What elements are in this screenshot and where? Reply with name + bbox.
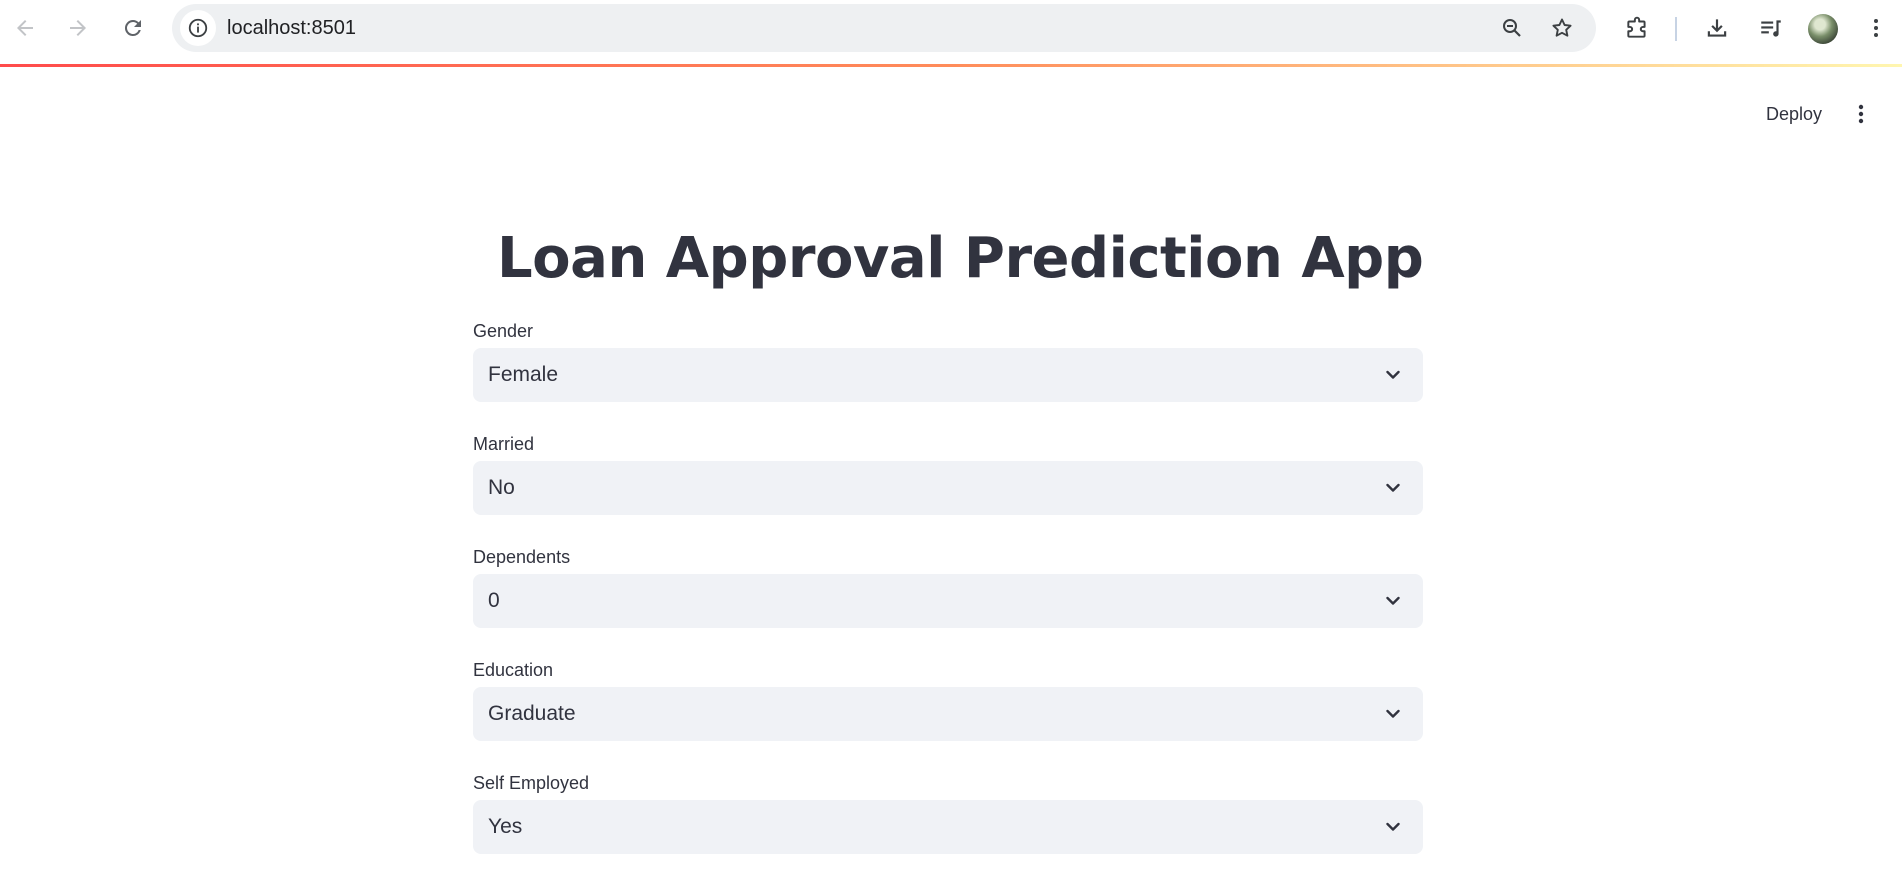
zoom-out-icon <box>1503 19 1521 37</box>
married-field: Married No <box>473 433 1423 546</box>
education-label: Education <box>473 660 554 680</box>
address-bar[interactable]: localhost:8501 <box>172 4 1596 52</box>
dependents-label: Dependents <box>473 547 571 567</box>
back-button[interactable] <box>7 10 43 46</box>
chevron-down-icon <box>1386 483 1400 492</box>
gender-label: Gender <box>473 321 534 341</box>
chevron-down-icon <box>1386 370 1400 379</box>
education-value: Graduate <box>488 702 576 725</box>
gender-field: Gender Female <box>473 320 1423 433</box>
married-value: No <box>488 476 515 499</box>
education-field: Education Graduate <box>473 659 1423 772</box>
toolbar-divider <box>1675 17 1677 41</box>
star-icon <box>1552 18 1572 37</box>
chevron-down-icon <box>1386 822 1400 831</box>
self-employed-select[interactable]: Yes <box>473 800 1423 854</box>
reload-icon <box>124 19 141 36</box>
arrow-right-icon <box>70 20 86 36</box>
dependents-select[interactable]: 0 <box>473 574 1423 628</box>
zoom-button[interactable] <box>1494 10 1530 46</box>
site-info-button[interactable] <box>180 10 216 46</box>
main-menu-button[interactable] <box>1843 96 1879 132</box>
extensions-button[interactable] <box>1619 10 1655 46</box>
page-title: Loan Approval Prediction App <box>473 210 1424 306</box>
status-bar-decoration <box>0 64 1902 67</box>
gender-select[interactable]: Female <box>473 348 1423 402</box>
kebab-icon <box>1858 104 1864 124</box>
self-employed-value: Yes <box>488 815 523 838</box>
dependents-value: 0 <box>488 589 500 612</box>
self-employed-label: Self Employed <box>473 773 590 793</box>
forward-button[interactable] <box>60 10 96 46</box>
arrow-left-icon <box>17 20 33 36</box>
education-select[interactable]: Graduate <box>473 687 1423 741</box>
avatar[interactable] <box>1808 14 1838 44</box>
downloads-button[interactable] <box>1699 10 1735 46</box>
media-controls-button[interactable] <box>1753 10 1789 46</box>
married-select[interactable]: No <box>473 461 1423 515</box>
bookmark-button[interactable] <box>1544 10 1580 46</box>
url-text[interactable]: localhost:8501 <box>227 4 356 52</box>
browser-toolbar: localhost:8501 <box>0 0 1902 64</box>
info-icon <box>188 18 208 38</box>
chevron-down-icon <box>1386 596 1400 605</box>
playlist-icon <box>1761 20 1781 37</box>
main-content: Loan Approval Prediction App Gender Fema… <box>473 210 1424 885</box>
gender-value: Female <box>488 363 559 386</box>
browser-menu-button[interactable] <box>1858 10 1894 46</box>
chevron-down-icon <box>1386 709 1400 718</box>
self-employed-field: Self Employed Yes <box>473 772 1423 885</box>
kebab-icon <box>1874 19 1878 37</box>
dependents-field: Dependents 0 <box>473 546 1423 659</box>
reload-button[interactable] <box>115 10 151 46</box>
download-icon <box>1707 19 1727 37</box>
puzzle-icon <box>1627 16 1646 38</box>
title-text: Loan Approval Prediction App <box>497 225 1424 291</box>
deploy-button[interactable]: Deploy <box>1754 96 1834 132</box>
married-label: Married <box>473 434 535 454</box>
